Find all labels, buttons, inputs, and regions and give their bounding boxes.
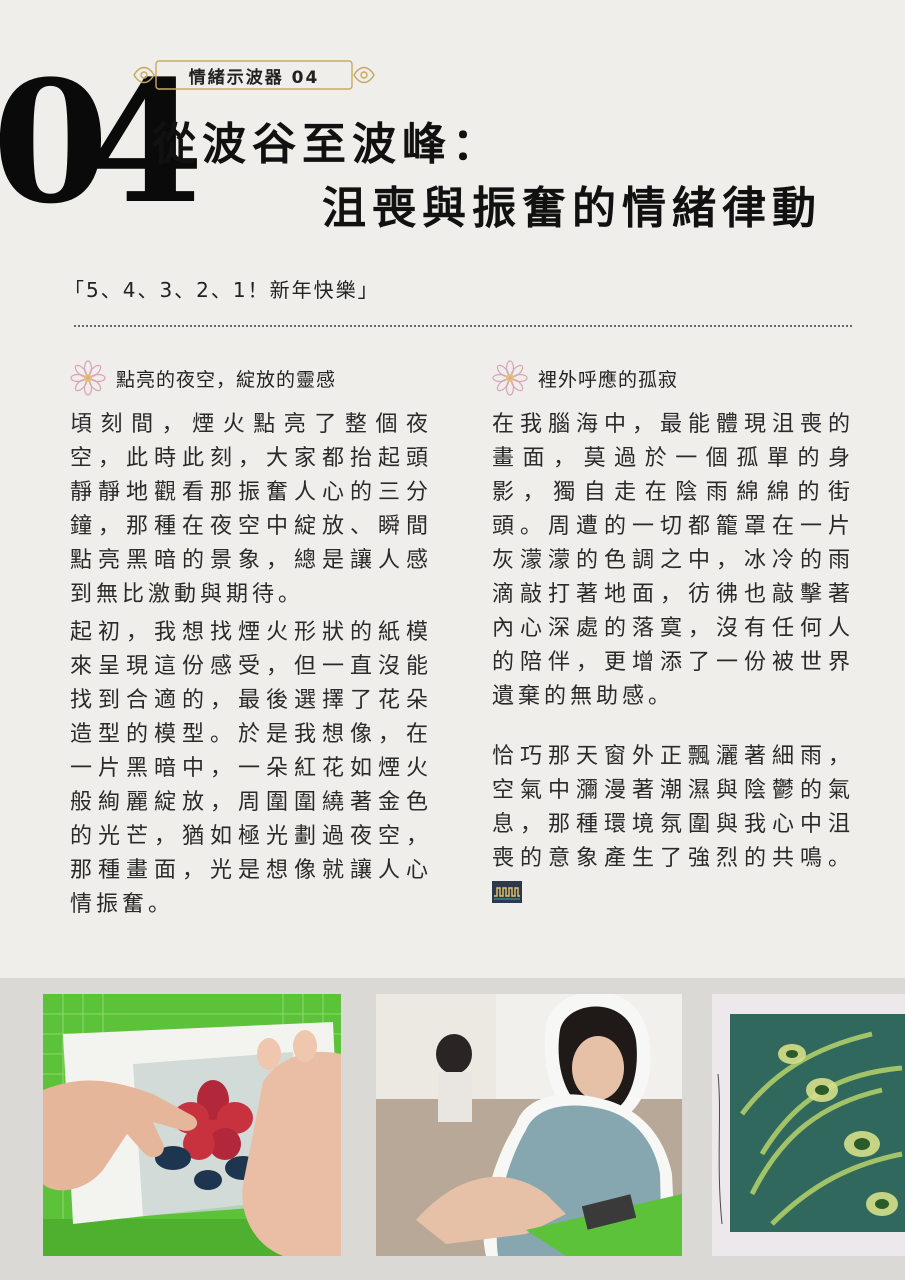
left-paragraph-2: 起初，我想找煙火形狀的紙模來呈現這份感受，但一直沒能找到合適的，最後選擇了花朵造… (70, 620, 432, 917)
left-section-heading-text: 點亮的夜空，綻放的靈感 (116, 368, 337, 391)
left-paragraph-1: 頃刻間，煙火點亮了整個夜空，此時此刻，大家都抬起頭靜靜地觀看那振奮人心的三分鐘，… (70, 412, 432, 607)
opening-quote: 「5、4、3、2、1！新年快樂」 (64, 278, 380, 302)
photo-feather-print (712, 994, 905, 1256)
page-title-line-1: 從波谷至波峰： (152, 119, 502, 170)
page-title-line-2: 沮喪與振奮的情緒律動 (322, 183, 822, 234)
left-section-heading: 點亮的夜空，綻放的靈感 (70, 360, 432, 396)
right-section-heading-text: 裡外呼應的孤寂 (538, 368, 679, 391)
flower-ornament-icon (492, 360, 528, 396)
left-column: 點亮的夜空，綻放的靈感 頃刻間，煙火點亮了整個夜空，此時此刻，大家都抬起頭靜靜地… (70, 360, 432, 922)
photo-stencil-flower (43, 994, 341, 1256)
right-paragraph-1: 在我腦海中，最能體現沮喪的畫面，莫過於一個孤單的身影，獨自走在陰雨綿綿的街頭。周… (492, 412, 854, 709)
flower-ornament-icon (70, 360, 106, 396)
right-paragraph-2-text: 恰巧那天窗外正飄灑著細雨，空氣中瀰漫著潮濕與陰鬱的氣息，那種環境氛圍與我心中沮喪… (492, 744, 854, 871)
dotted-divider (74, 325, 852, 327)
right-section-heading: 裡外呼應的孤寂 (492, 360, 854, 396)
right-column: 裡外呼應的孤寂 在我腦海中，最能體現沮喪的畫面，莫過於一個孤單的身影，獨自走在陰… (492, 360, 854, 910)
oscilloscope-wave-icon (492, 881, 522, 903)
right-paragraph-2: 恰巧那天窗外正飄灑著細雨，空氣中瀰漫著潮濕與陰鬱的氣息，那種環境氛圍與我心中沮喪… (492, 740, 854, 910)
series-tag: 情緒示波器 04 (132, 58, 376, 92)
series-tag-label: 情緒示波器 04 (188, 67, 320, 88)
photo-student-working (376, 994, 682, 1256)
